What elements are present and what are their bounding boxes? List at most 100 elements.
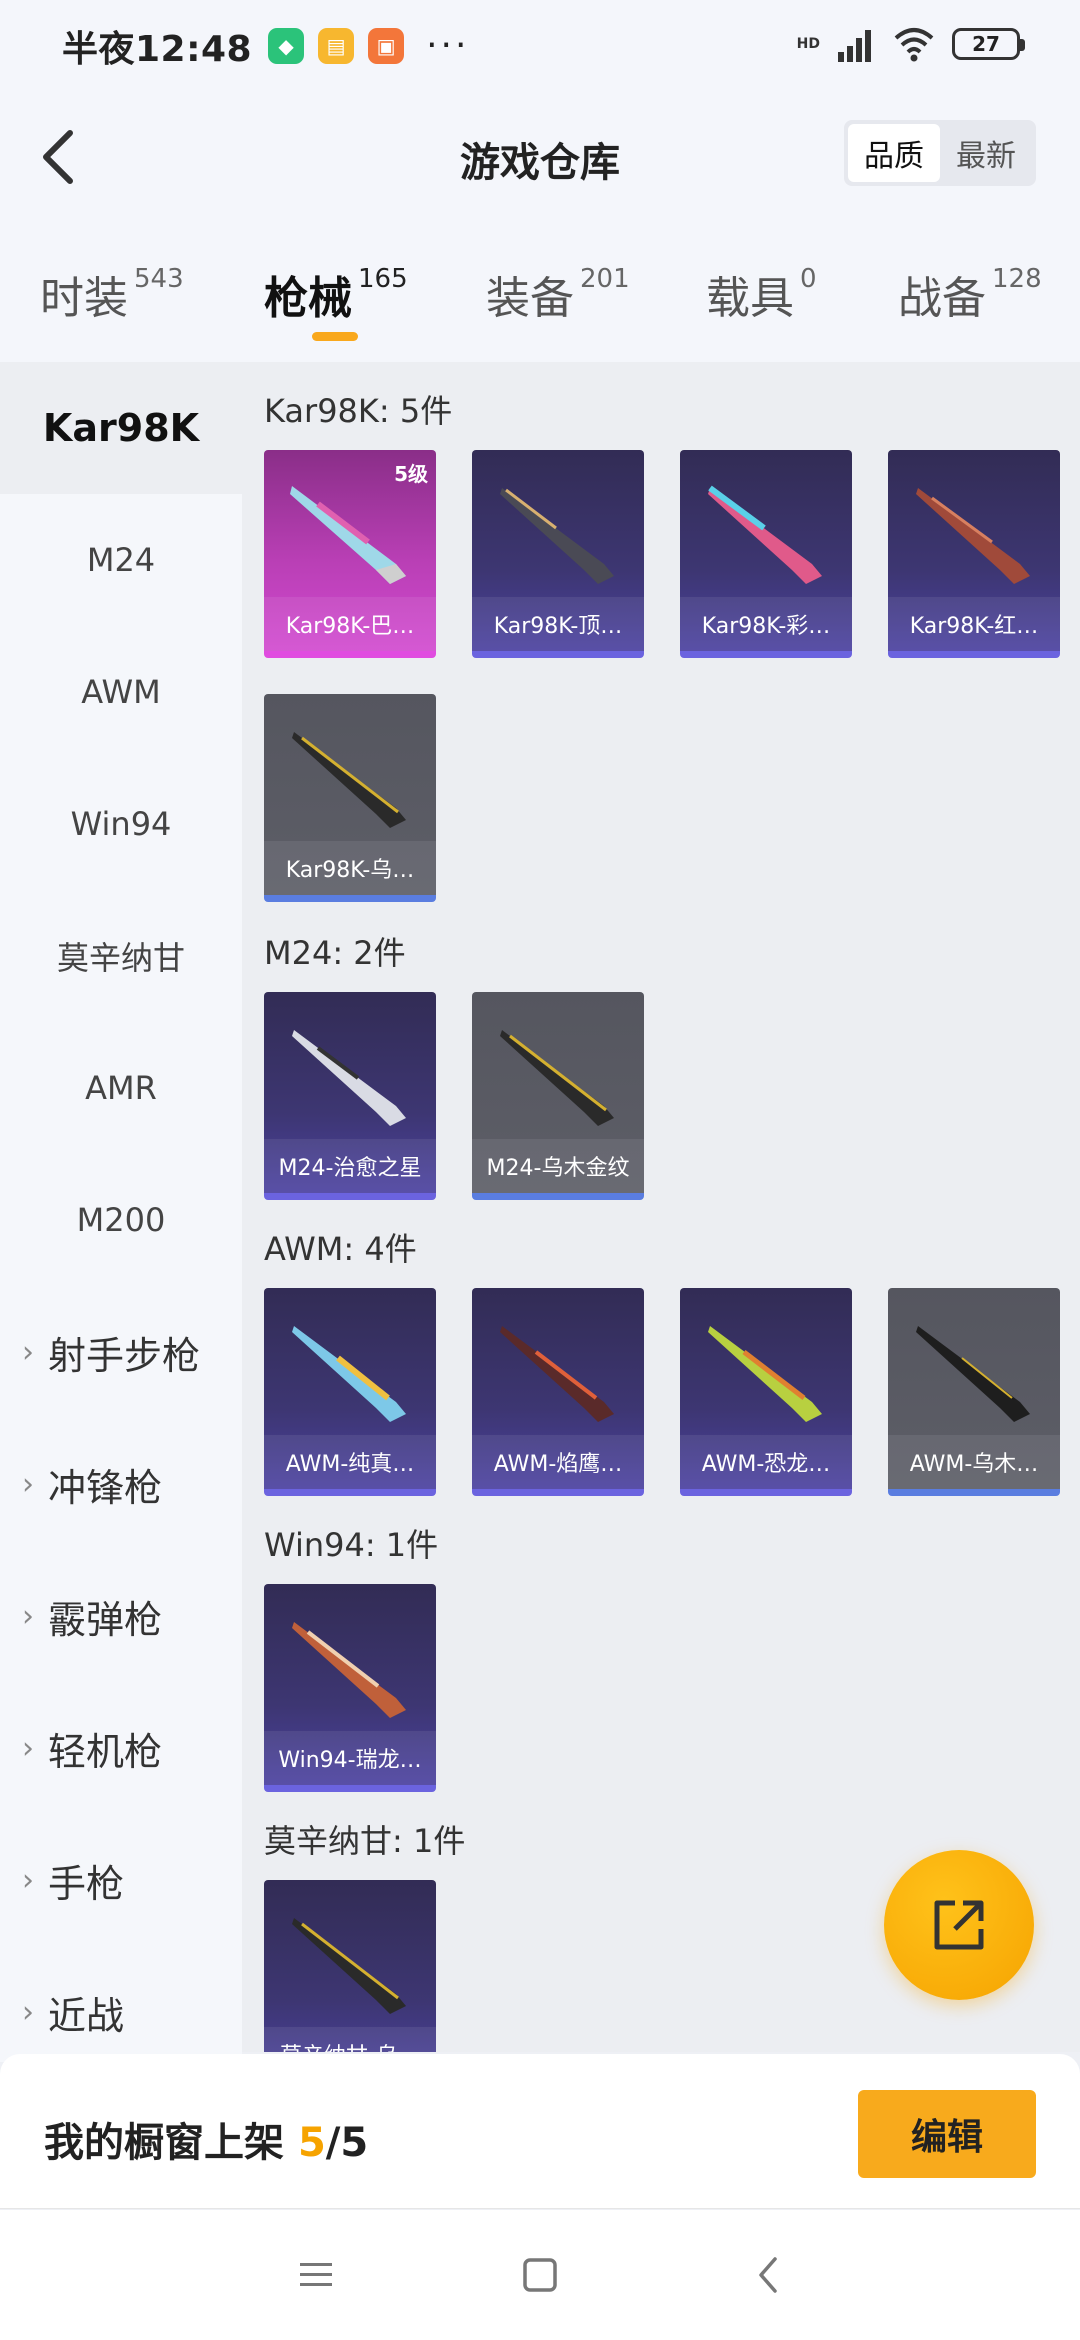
sidebar-group-lmg[interactable]: › 轻机枪 xyxy=(0,1682,242,1814)
rifle-skin-icon xyxy=(708,1326,822,1422)
section-title-mosin: 莫辛纳甘: 1件 xyxy=(264,1822,466,1860)
chevron-right-icon: › xyxy=(22,1994,34,2030)
wifi-icon xyxy=(894,28,934,62)
sidebar-group-label: 冲锋枪 xyxy=(48,1465,163,1510)
weapon-card[interactable]: Kar98K-彩… xyxy=(680,450,852,658)
recent-apps-button[interactable] xyxy=(256,2210,376,2340)
sidebar-item-m200[interactable]: M200 xyxy=(0,1154,242,1286)
sidebar-group-pistol[interactable]: › 手枪 xyxy=(0,1814,242,1946)
rifle-skin-icon xyxy=(708,485,822,584)
weapon-card[interactable]: AWM-恐龙… xyxy=(680,1288,852,1496)
sidebar-group-dmr[interactable]: › 射手步枪 xyxy=(0,1286,242,1418)
sidebar-item-kar98k[interactable]: Kar98K xyxy=(0,362,242,494)
sidebar-item-win94[interactable]: Win94 xyxy=(0,758,242,890)
sort-by-newest[interactable]: 最新 xyxy=(940,124,1032,182)
weapon-type-sidebar: Kar98K M24 AWM Win94 莫辛纳甘 AMR M200 › 射手步… xyxy=(0,362,242,2062)
rifle-skin-icon xyxy=(916,1326,1030,1422)
chevron-right-icon: › xyxy=(22,1598,34,1634)
weapon-card[interactable]: 莫辛纳甘-乌… xyxy=(264,1880,436,2052)
tab-equipment[interactable]: 装备 201 xyxy=(486,262,630,326)
tab-combat-gear[interactable]: 战备 128 xyxy=(898,262,1042,326)
weapon-card-label: Kar98K-顶… xyxy=(472,597,644,651)
app-notification-icon-orange: ▣ xyxy=(368,28,405,64)
status-bar: 半夜12:48 ◆ ▤ ▣ ··· HD 27 xyxy=(0,0,1080,92)
tab-label: 装备 xyxy=(486,273,574,324)
rifle-skin-icon xyxy=(500,1030,614,1126)
tab-firearms[interactable]: 枪械 165 xyxy=(264,262,408,326)
weapon-card-label: AWM-焰鹰… xyxy=(472,1435,644,1489)
sidebar-item-awm[interactable]: AWM xyxy=(0,626,242,758)
weapon-card-label: M24-治愈之星 xyxy=(264,1139,436,1193)
tab-label: 载具 xyxy=(706,273,794,324)
status-time: 半夜12:48 xyxy=(62,29,253,70)
edit-button[interactable]: 编辑 xyxy=(858,2090,1036,2178)
rifle-skin-icon xyxy=(292,1622,406,1718)
showcase-bar: 我的橱窗上架 5/5 编辑 xyxy=(0,2054,1080,2209)
active-tab-indicator xyxy=(312,332,358,341)
tab-count: 0 xyxy=(800,264,817,294)
weapon-card-label: AWM-乌木… xyxy=(888,1435,1060,1489)
tab-fashion[interactable]: 时装 543 xyxy=(40,262,184,326)
weapon-card[interactable]: AWM-纯真… xyxy=(264,1288,436,1496)
menu-icon xyxy=(300,2263,332,2286)
weapon-card[interactable]: Win94-瑞龙… xyxy=(264,1584,436,1792)
rifle-skin-icon xyxy=(500,1326,614,1422)
sidebar-group-label: 手枪 xyxy=(48,1861,125,1906)
weapon-card[interactable]: M24-治愈之星 xyxy=(264,992,436,1200)
home-icon xyxy=(523,2258,557,2292)
system-back-button[interactable] xyxy=(708,2210,828,2340)
sidebar-group-label: 霰弹枪 xyxy=(48,1597,163,1642)
weapon-card-label: 莫辛纳甘-乌… xyxy=(264,2027,436,2052)
section-title-awm: AWM: 4件 xyxy=(264,1230,417,1268)
more-notifications-icon: ··· xyxy=(426,25,470,66)
sidebar-item-mosin[interactable]: 莫辛纳甘 xyxy=(0,890,242,1022)
chevron-right-icon: › xyxy=(22,1466,34,1502)
weapon-card[interactable]: M24-乌木金纹 xyxy=(472,992,644,1200)
weapon-card-label: Win94-瑞龙… xyxy=(264,1731,436,1785)
showcase-status: 我的橱窗上架 5/5 xyxy=(44,2110,368,2168)
section-title-win94: Win94: 1件 xyxy=(264,1526,439,1564)
rifle-skin-icon xyxy=(500,488,614,584)
weapon-grid: Kar98K: 5件 5级 Kar98K-巴… Kar98K-顶… Kar98K… xyxy=(242,362,1080,2052)
weapon-card[interactable]: 5级 Kar98K-巴… xyxy=(264,450,436,658)
showcase-count: 5 xyxy=(297,2120,326,2166)
weapon-card[interactable]: Kar98K-乌… xyxy=(264,694,436,902)
rifle-skin-icon xyxy=(292,1918,406,2014)
sidebar-item-amr[interactable]: AMR xyxy=(0,1022,242,1154)
share-export-icon xyxy=(934,1900,984,1950)
rifle-skin-icon xyxy=(292,732,406,828)
sort-by-quality[interactable]: 品质 xyxy=(848,124,940,182)
weapon-card-label: Kar98K-乌… xyxy=(264,841,436,895)
sidebar-group-smg[interactable]: › 冲锋枪 xyxy=(0,1418,242,1550)
home-button[interactable] xyxy=(480,2210,600,2340)
weapon-card[interactable]: Kar98K-顶… xyxy=(472,450,644,658)
weapon-card-label: Kar98K-红… xyxy=(888,597,1060,651)
weapon-card[interactable]: Kar98K-红… xyxy=(888,450,1060,658)
weapon-card-label: AWM-纯真… xyxy=(264,1435,436,1489)
tab-count: 201 xyxy=(580,264,630,294)
weapon-card[interactable]: AWM-乌木… xyxy=(888,1288,1060,1496)
showcase-total: /5 xyxy=(325,2120,369,2166)
rifle-skin-icon xyxy=(292,1326,406,1422)
tab-vehicles[interactable]: 载具 0 xyxy=(706,262,817,326)
weapon-card-label: M24-乌木金纹 xyxy=(472,1139,644,1193)
weapon-card[interactable]: AWM-焰鹰… xyxy=(472,1288,644,1496)
sort-toggle: 品质 最新 xyxy=(844,120,1036,186)
rifle-skin-icon xyxy=(292,1030,406,1126)
sidebar-group-label: 射手步枪 xyxy=(48,1333,201,1378)
sidebar-group-shotgun[interactable]: › 霰弹枪 xyxy=(0,1550,242,1682)
share-button[interactable] xyxy=(884,1850,1034,2000)
app-header: 游戏仓库 品质 最新 xyxy=(0,92,1080,222)
hd-tag: HD xyxy=(796,36,820,52)
tab-count: 543 xyxy=(134,264,184,294)
section-title-m24: M24: 2件 xyxy=(264,934,406,972)
chevron-right-icon: › xyxy=(22,1730,34,1766)
back-icon xyxy=(759,2257,777,2293)
sidebar-item-m24[interactable]: M24 xyxy=(0,494,242,626)
status-indicators: HD 27 xyxy=(796,26,1025,62)
tab-label: 枪械 xyxy=(264,273,352,324)
tab-count: 128 xyxy=(992,264,1042,294)
tab-label: 战备 xyxy=(898,273,986,324)
app-notification-icon-green: ◆ xyxy=(268,28,305,64)
tab-count: 165 xyxy=(358,264,408,294)
